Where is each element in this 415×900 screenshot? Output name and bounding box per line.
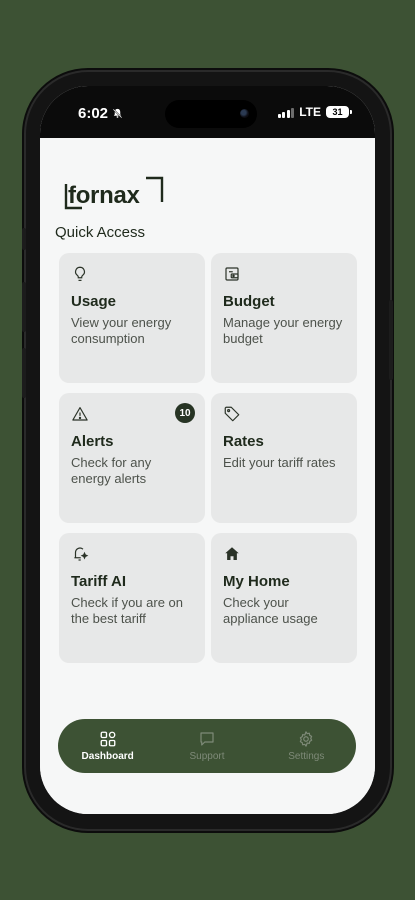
signal-icon	[277, 107, 295, 118]
status-indicators: LTE 31	[277, 105, 352, 119]
nav-label: Settings	[288, 751, 325, 762]
power-button	[389, 300, 393, 380]
card-title: Usage	[71, 293, 117, 310]
mute-switch	[22, 228, 26, 250]
nav-dashboard[interactable]: Dashboard	[68, 730, 148, 762]
status-bar: 6:02 LTE 31	[40, 86, 375, 138]
card-rates[interactable]: Rates Edit your tariff rates	[211, 393, 357, 523]
volume-down-button	[22, 348, 26, 398]
card-title: My Home	[223, 573, 290, 590]
card-budget[interactable]: Budget Manage your energy budget	[211, 253, 357, 383]
battery-icon: 31	[326, 106, 352, 118]
nav-label: Support	[189, 751, 225, 762]
chat-icon	[200, 732, 214, 746]
dashboard-icon	[100, 731, 116, 747]
section-title: Quick Access	[55, 224, 146, 241]
card-description: Edit your tariff rates	[223, 455, 336, 470]
card-description: View your energy consumption	[71, 315, 172, 346]
nav-settings[interactable]: Settings	[266, 730, 346, 762]
card-description: Check if you are on the best tariff	[71, 595, 184, 626]
ai-bell-icon	[74, 547, 89, 561]
card-usage[interactable]: Usage View your energy consumption	[59, 253, 205, 383]
nav-support[interactable]: Support	[167, 730, 247, 762]
phone-screen: 6:02 LTE 31 fornax Quick Access Usage Vi…	[40, 86, 375, 814]
wallet-icon	[225, 267, 239, 281]
card-title: Rates	[223, 433, 264, 450]
gear-icon	[300, 731, 313, 747]
home-icon	[225, 547, 239, 560]
silent-bell-icon	[112, 108, 123, 119]
card-my-home[interactable]: My Home Check your appliance usage	[211, 533, 357, 663]
alerts-count-badge: 10	[175, 403, 195, 423]
card-title: Tariff AI	[71, 573, 126, 590]
dashboard-content: fornax Quick Access Usage View your ener…	[40, 138, 375, 814]
volume-up-button	[22, 282, 26, 332]
network-type: LTE	[299, 105, 321, 119]
status-time: 6:02	[78, 105, 123, 122]
lightbulb-icon	[75, 266, 85, 281]
camera-lens	[240, 109, 249, 118]
warning-icon	[72, 407, 88, 421]
card-description: Check for any energy alerts	[71, 455, 152, 486]
card-title: Budget	[223, 293, 275, 310]
card-description: Manage your energy budget	[223, 315, 343, 346]
card-description: Check your appliance usage	[223, 595, 318, 626]
card-title: Alerts	[71, 433, 114, 450]
bottom-navigation: Dashboard Support Settings	[58, 719, 356, 773]
nav-label: Dashboard	[81, 751, 134, 762]
card-alerts[interactable]: 10 Alerts Check for any energy alerts	[59, 393, 205, 523]
card-tariff-ai[interactable]: Tariff AI Check if you are on the best t…	[59, 533, 205, 663]
tag-icon	[224, 406, 240, 422]
app-logo: fornax	[68, 182, 140, 209]
